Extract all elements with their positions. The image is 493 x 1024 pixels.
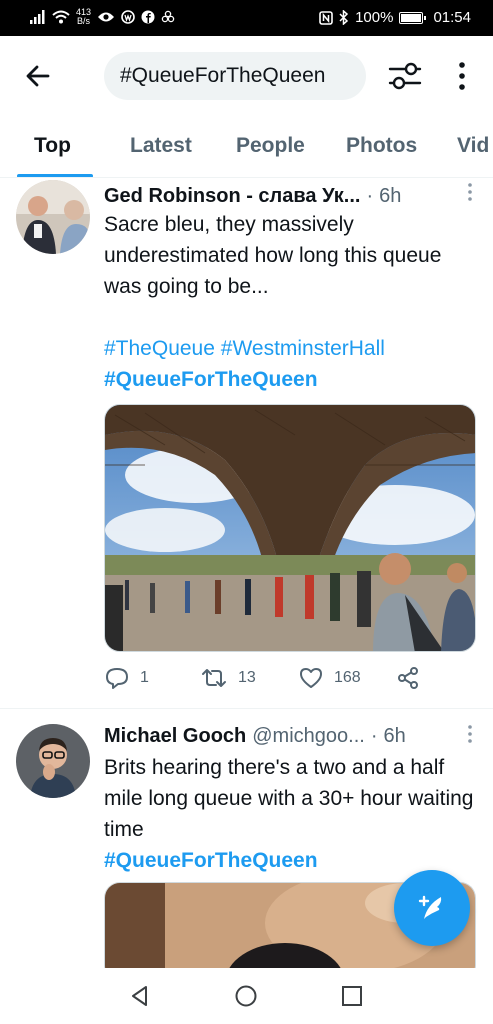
tweet-time: 6h bbox=[379, 184, 402, 207]
more-vertical-icon bbox=[459, 62, 465, 90]
facebook-icon bbox=[141, 10, 155, 24]
avatar-photo bbox=[16, 180, 90, 254]
network-speed-unit: B/s bbox=[77, 16, 91, 26]
retweet-icon bbox=[202, 669, 226, 687]
tweet-actions: 1 13 168 bbox=[104, 666, 476, 696]
tweet-body: Sacre bleu, they massively underestimate… bbox=[104, 213, 442, 298]
share-icon bbox=[398, 667, 418, 689]
battery-percent: 100% bbox=[355, 9, 394, 26]
retweet-button[interactable]: 13 bbox=[200, 666, 256, 690]
hashtag-line: #TheQueue #WestminsterHall bbox=[104, 333, 476, 364]
separator-dot: · bbox=[370, 724, 378, 747]
back-arrow-icon bbox=[26, 65, 50, 87]
signal-icon bbox=[30, 10, 45, 24]
author-name[interactable]: Ged Robinson - слава Ук... bbox=[104, 185, 360, 208]
search-tabs: Top Latest People Photos Vid bbox=[0, 116, 493, 178]
search-input[interactable]: #QueueForTheQueen bbox=[104, 52, 366, 100]
like-count: 168 bbox=[334, 669, 361, 686]
reply-button[interactable]: 1 bbox=[104, 666, 149, 690]
tweet-text: Brits hearing there's a two and a half m… bbox=[104, 752, 476, 876]
bluetooth-icon bbox=[339, 10, 349, 25]
author-handle: @michgoo... bbox=[252, 724, 365, 747]
status-right: 100% 01:54 bbox=[319, 9, 471, 26]
tab-photos[interactable]: Photos bbox=[346, 134, 417, 158]
back-button[interactable] bbox=[22, 60, 54, 92]
tweet[interactable]: Ged Robinson - слава Ук... · 6h Sacre bl… bbox=[0, 178, 493, 708]
nav-recents-icon bbox=[342, 986, 362, 1006]
like-button[interactable]: 168 bbox=[298, 666, 361, 690]
search-header: #QueueForTheQueen bbox=[0, 36, 493, 116]
status-bar: 413 B/s 100% 01:54 bbox=[0, 0, 493, 36]
tweet-header: Michael Gooch @michgoo... · 6h bbox=[104, 722, 475, 750]
clock: 01:54 bbox=[433, 9, 471, 26]
search-query: #QueueForTheQueen bbox=[120, 64, 326, 87]
like-icon bbox=[300, 668, 322, 688]
eye-icon bbox=[98, 12, 115, 22]
app-notification-icon bbox=[121, 10, 135, 24]
reply-icon bbox=[106, 668, 128, 689]
status-left: 413 B/s bbox=[30, 8, 175, 26]
tweet-divider bbox=[0, 708, 493, 709]
tab-top[interactable]: Top bbox=[34, 134, 71, 158]
nav-recents-button[interactable] bbox=[340, 984, 364, 1008]
author-name[interactable]: Michael Gooch bbox=[104, 725, 246, 748]
hashtag-link[interactable]: #QueueForTheQueen bbox=[104, 849, 318, 872]
more-vertical-icon bbox=[468, 725, 472, 743]
hashtag-link[interactable]: #QueueForTheQueen bbox=[104, 368, 318, 391]
hashtag-link[interactable]: #TheQueue bbox=[104, 337, 215, 360]
wifi-icon bbox=[52, 10, 70, 24]
tab-people[interactable]: People bbox=[236, 134, 305, 158]
avatar[interactable] bbox=[16, 180, 90, 254]
filter-icon bbox=[388, 62, 422, 90]
compose-tweet-button[interactable] bbox=[394, 870, 470, 946]
tweet-time: 6h bbox=[383, 724, 406, 747]
search-filter-button[interactable] bbox=[386, 58, 424, 94]
tweet-media-photo[interactable] bbox=[104, 404, 476, 652]
separator-dot: · bbox=[366, 184, 374, 207]
nav-back-button[interactable] bbox=[128, 984, 152, 1008]
tweet-menu-button[interactable] bbox=[463, 182, 477, 204]
nav-home-button[interactable] bbox=[234, 984, 258, 1008]
nav-home-icon bbox=[235, 985, 257, 1007]
battery-icon bbox=[399, 11, 427, 24]
more-options-button[interactable] bbox=[452, 58, 472, 94]
tweet-header: Ged Robinson - слава Ук... · 6h bbox=[104, 182, 475, 210]
tweet-text: Sacre bleu, they massively underestimate… bbox=[104, 209, 476, 395]
tab-latest[interactable]: Latest bbox=[130, 134, 192, 158]
avatar[interactable] bbox=[16, 724, 90, 798]
compose-icon bbox=[418, 895, 442, 919]
eiffel-tower-queue-photo bbox=[105, 405, 475, 651]
tweet-menu-button[interactable] bbox=[463, 724, 477, 746]
more-vertical-icon bbox=[468, 183, 472, 201]
avatar-photo bbox=[16, 724, 90, 798]
share-button[interactable] bbox=[396, 666, 420, 690]
flower-icon bbox=[161, 10, 175, 23]
retweet-count: 13 bbox=[238, 669, 256, 686]
nav-back-icon bbox=[132, 986, 147, 1006]
nfc-icon bbox=[319, 10, 333, 25]
system-nav-bar bbox=[0, 968, 493, 1024]
hashtag-link[interactable]: #WestminsterHall bbox=[221, 337, 385, 360]
reply-count: 1 bbox=[140, 669, 149, 686]
tab-videos[interactable]: Vid bbox=[457, 134, 489, 158]
network-speed: 413 B/s bbox=[76, 8, 91, 26]
tweet-body: Brits hearing there's a two and a half m… bbox=[104, 756, 474, 841]
